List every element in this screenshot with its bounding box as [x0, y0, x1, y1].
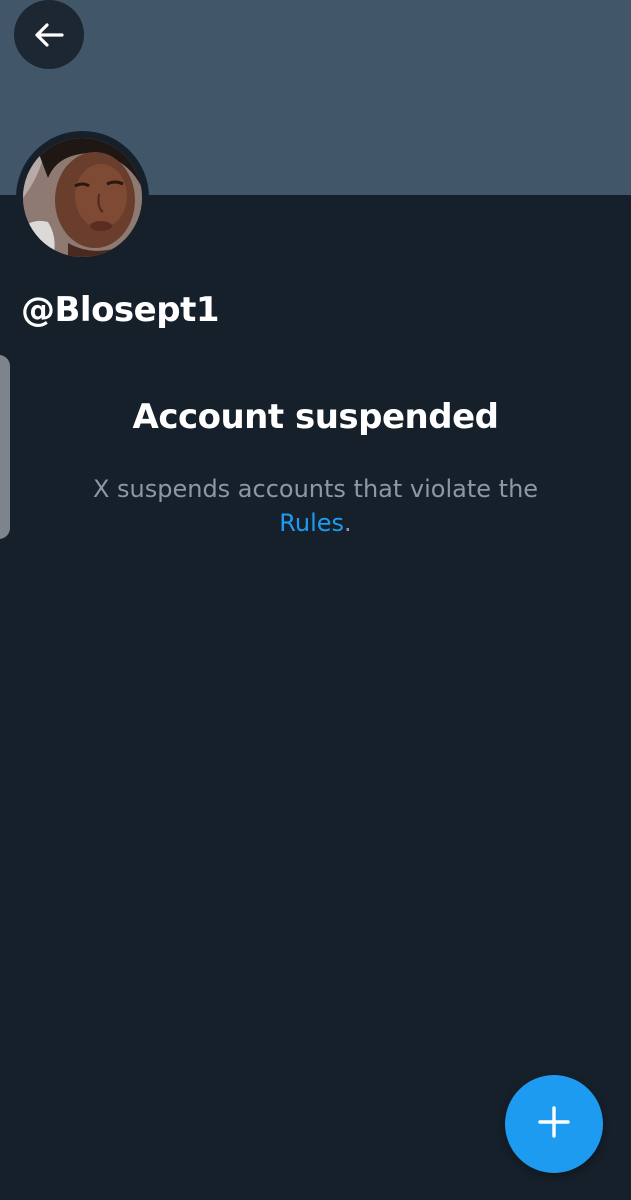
back-button[interactable]	[14, 0, 84, 69]
profile-photo	[23, 138, 142, 257]
plus-icon	[537, 1105, 571, 1143]
suspension-title: Account suspended	[132, 397, 500, 437]
suspension-message-suffix: .	[344, 509, 352, 537]
rules-link[interactable]: Rules	[279, 509, 344, 537]
avatar[interactable]	[16, 131, 149, 264]
profile-handle: @Blosept1	[21, 290, 219, 330]
suspension-message: X suspends accounts that violate the Rul…	[0, 472, 631, 540]
suspension-message-text: X suspends accounts that violate the	[92, 475, 539, 503]
compose-button[interactable]	[505, 1075, 603, 1173]
arrow-left-icon	[33, 19, 65, 51]
